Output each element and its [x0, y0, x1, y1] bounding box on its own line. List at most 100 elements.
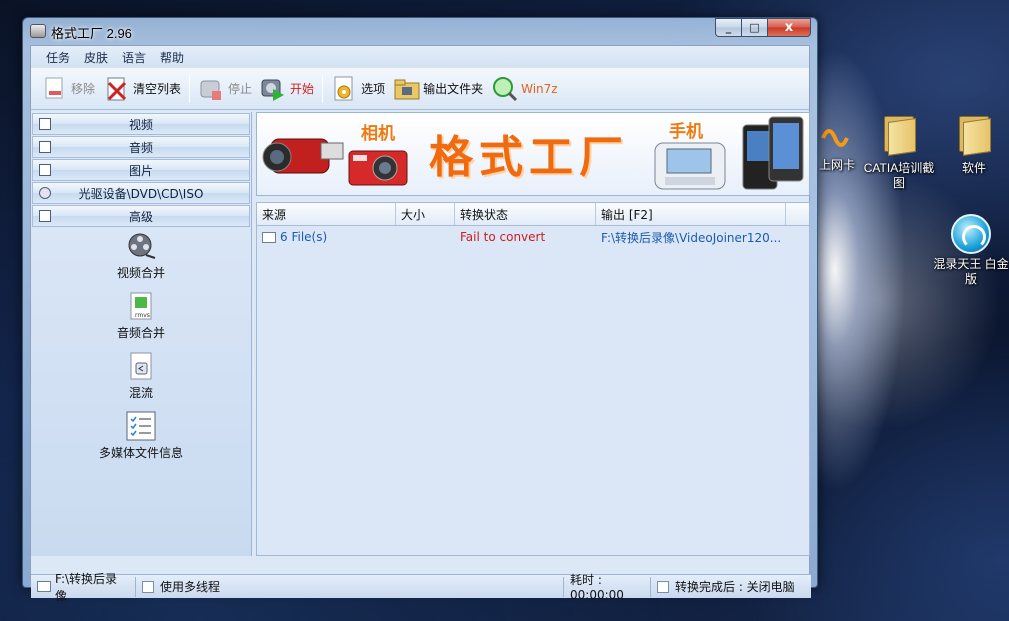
- table-row[interactable]: 6 File(s) Fail to convert F:\转换后录像\Video…: [257, 226, 809, 248]
- column-source[interactable]: 来源: [257, 203, 396, 225]
- after-convert-option[interactable]: 转换完成后 : 关闭电脑: [651, 577, 801, 597]
- source-value: 6 File(s): [280, 230, 328, 244]
- desktop-icon-label: 软件: [961, 161, 986, 175]
- stop-label: 停止: [228, 82, 253, 96]
- advanced-icon: [39, 210, 51, 222]
- mux-tool[interactable]: 混流: [31, 351, 251, 401]
- clear-list-label: 清空列表: [133, 82, 182, 96]
- elapsed-time: 耗时 : 00:00:00: [564, 573, 651, 602]
- menu-skin[interactable]: 皮肤: [77, 49, 115, 66]
- start-label: 开始: [290, 82, 315, 96]
- category-rom-device[interactable]: 光驱设备\DVD\CD\ISO: [32, 182, 250, 204]
- video-joiner-tool[interactable]: 视频合并: [31, 231, 251, 281]
- desktop-icon-label: 混录天王 白金版: [933, 257, 1009, 286]
- network-card-icon: [819, 118, 855, 154]
- remove-label: 移除: [71, 82, 96, 96]
- tool-label: 音频合并: [116, 326, 165, 340]
- folder-icon: [37, 581, 51, 592]
- win7z-magnifier-icon: [491, 75, 518, 103]
- folder-icon: [393, 75, 420, 103]
- title-bar[interactable]: 格式工厂 2.96 _ □ x: [23, 18, 817, 44]
- maximize-button[interactable]: □: [741, 18, 767, 37]
- banner-camera-label: 相机: [361, 124, 395, 144]
- clear-list-button[interactable]: 清空列表: [103, 72, 181, 106]
- toolbar-separator: [322, 74, 324, 103]
- category-label: 音频: [128, 140, 153, 155]
- tool-label: 视频合并: [116, 266, 165, 280]
- win7z-button[interactable]: Win7z: [491, 72, 558, 106]
- output-path-value: F:\转换后录像: [54, 571, 118, 603]
- output-folder-label: 输出文件夹: [423, 82, 484, 96]
- menu-language[interactable]: 语言: [115, 49, 153, 66]
- column-size[interactable]: 大小: [396, 203, 455, 225]
- close-button[interactable]: x: [767, 18, 811, 37]
- desktop-icon-hunlu[interactable]: 混录天王 白金版: [932, 214, 1009, 287]
- desktop-icon-software[interactable]: 软件: [935, 116, 1009, 176]
- folder-icon: [957, 116, 991, 156]
- start-icon: [260, 75, 286, 103]
- window-title: 格式工厂 2.96: [51, 26, 132, 41]
- clear-list-icon: [103, 75, 129, 103]
- toolbar: 移除 清空列表 停止 开始 选项 输出文件夹 Win7z: [31, 68, 809, 110]
- options-button[interactable]: 选项: [331, 72, 385, 106]
- minimize-button[interactable]: _: [715, 18, 741, 37]
- status-bar: F:\转换后录像 使用多线程 耗时 : 00:00:00 转换完成后 : 关闭电…: [31, 572, 811, 603]
- table-header: 来源 大小 转换状态 输出 [F2]: [257, 203, 809, 226]
- category-label: 光驱设备\DVD\CD\ISO: [78, 186, 204, 201]
- smartphone-icon: [742, 116, 804, 190]
- window-controls: _ □ x: [715, 18, 811, 37]
- menu-task[interactable]: 任务: [39, 49, 77, 66]
- phone-icon: [654, 142, 726, 190]
- size-cell: [396, 226, 455, 248]
- app-window: 格式工厂 2.96 _ □ x 任务 皮肤 语言 帮助 移除 清空列表 停止 开…: [22, 17, 818, 603]
- output-folder-button[interactable]: 输出文件夹: [393, 72, 483, 106]
- headphone-icon: [951, 214, 991, 254]
- multithread-option[interactable]: 使用多线程: [136, 576, 564, 597]
- source-cell: 6 File(s): [257, 226, 396, 248]
- app-icon: [30, 24, 46, 38]
- client-area: 任务 皮肤 语言 帮助 移除 清空列表 停止 开始 选项 输出文件夹 Win7z…: [30, 45, 811, 603]
- tool-label: 混流: [128, 386, 153, 400]
- output-path-status[interactable]: F:\转换后录像: [31, 572, 136, 603]
- remove-icon: [41, 75, 67, 103]
- multithread-checkbox[interactable]: [142, 580, 154, 593]
- column-status[interactable]: 转换状态: [455, 203, 596, 225]
- menu-bar: 任务 皮肤 语言 帮助: [31, 46, 809, 68]
- options-label: 选项: [361, 82, 386, 96]
- category-video[interactable]: 视频: [32, 113, 250, 135]
- options-gear-icon: [331, 75, 357, 103]
- shutdown-checkbox[interactable]: [657, 580, 669, 593]
- win7z-label: Win7z: [521, 81, 558, 96]
- remove-button[interactable]: 移除: [41, 72, 95, 106]
- desktop-icon-catia[interactable]: CATIA培训截图: [860, 116, 938, 191]
- multithread-label: 使用多线程: [160, 580, 221, 594]
- sidebar: 视频 音频 图片 光驱设备\DVD\CD\ISO 高级 视频合并 rmvs 音频…: [31, 112, 252, 556]
- stop-icon: [198, 75, 224, 103]
- banner: 相机 格式工厂 手机: [256, 112, 810, 196]
- menu-help[interactable]: 帮助: [153, 49, 191, 66]
- category-audio[interactable]: 音频: [32, 136, 250, 158]
- music-file-icon: rmvs: [126, 291, 156, 321]
- advanced-tools: 视频合并 rmvs 音频合并 混流 多媒体文件信息: [31, 227, 251, 461]
- audio-joiner-tool[interactable]: rmvs 音频合并: [31, 291, 251, 341]
- category-label: 图片: [128, 163, 153, 178]
- category-advanced[interactable]: 高级: [32, 205, 250, 227]
- camera-icon: [348, 150, 408, 186]
- video-icon: [39, 118, 51, 130]
- after-convert-label: 转换完成后 : 关闭电脑: [675, 580, 795, 594]
- category-label: 高级: [128, 209, 153, 224]
- task-table: 来源 大小 转换状态 输出 [F2] 6 File(s) Fail to con…: [256, 202, 810, 556]
- category-picture[interactable]: 图片: [32, 159, 250, 181]
- stop-button[interactable]: 停止: [198, 72, 252, 106]
- camcorder-icon: [262, 138, 344, 174]
- column-output[interactable]: 输出 [F2]: [596, 203, 786, 225]
- checklist-icon: [126, 411, 156, 441]
- disc-icon: [39, 187, 51, 199]
- media-info-tool[interactable]: 多媒体文件信息: [31, 411, 251, 461]
- category-label: 视频: [128, 117, 153, 132]
- banner-title: 格式工厂: [429, 132, 629, 183]
- main-panel: 相机 格式工厂 手机 来源 大小 转换状态 输出 [F2] 6 File(s) …: [256, 112, 810, 556]
- folder-icon: [882, 116, 916, 156]
- start-button[interactable]: 开始: [260, 72, 314, 106]
- desktop-icon-label: CATIA培训截图: [863, 161, 935, 190]
